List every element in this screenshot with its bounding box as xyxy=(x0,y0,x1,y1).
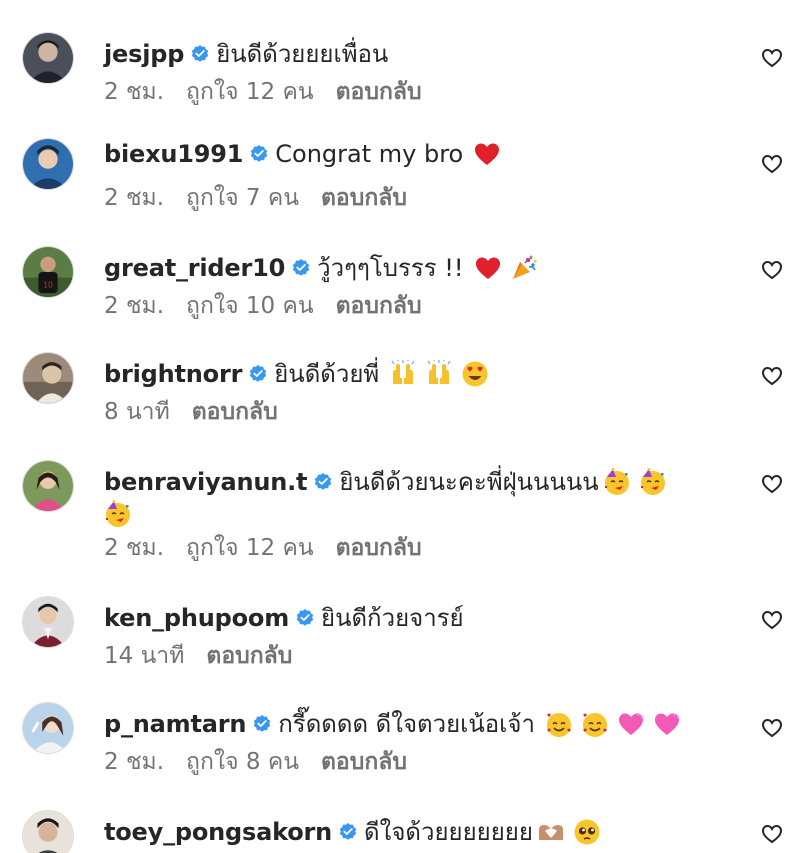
avatar[interactable] xyxy=(22,352,74,404)
pink-heart-icon xyxy=(617,710,645,738)
verified-badge-icon xyxy=(250,364,267,382)
avatar[interactable] xyxy=(22,810,74,853)
verified-badge-icon xyxy=(191,44,209,62)
like-heart-icon[interactable] xyxy=(760,608,784,632)
avatar[interactable] xyxy=(22,32,74,84)
avatar[interactable] xyxy=(22,702,74,754)
reply-button[interactable]: ตอบกลับ xyxy=(192,394,278,430)
comment-text: วู้วๆๆโบรรร !! xyxy=(317,254,464,282)
verified-badge-icon xyxy=(296,608,314,626)
party-popper-icon xyxy=(510,254,538,282)
heart-eyes-icon xyxy=(461,360,489,388)
reply-button[interactable]: ตอบกลับ xyxy=(321,744,407,780)
raising-hands-icon xyxy=(389,359,417,388)
comment-username[interactable]: toey_pongsakorn xyxy=(104,818,332,846)
comment-username[interactable]: ken_phupoom xyxy=(104,604,289,632)
raising-hands-icon xyxy=(425,359,453,388)
like-heart-icon[interactable] xyxy=(760,258,784,282)
comment-username[interactable]: benraviyanun.t xyxy=(104,468,308,496)
verified-badge-icon xyxy=(254,714,271,732)
comment-time: 2 ชม. xyxy=(104,79,165,105)
comment-text: ยินดีด้วยพี่ xyxy=(274,360,380,388)
partying-face-icon xyxy=(639,467,667,496)
comment-time: 2 ชม. xyxy=(104,749,165,775)
smiling-hearts-icon xyxy=(545,710,573,738)
comment-text: ดีใจด้วยยยยยยย xyxy=(364,818,533,846)
verified-badge-icon xyxy=(292,258,310,276)
comment-username[interactable]: jesjpp xyxy=(104,40,184,68)
reply-button[interactable]: ตอบกลับ xyxy=(321,180,407,216)
comment-text: ยินดีก้วยจารย์ xyxy=(321,604,464,632)
verified-badge-icon xyxy=(251,145,268,162)
like-heart-icon[interactable] xyxy=(760,822,784,846)
pink-heart-icon xyxy=(653,710,681,738)
reply-button[interactable]: ตอบกลับ xyxy=(336,74,422,110)
comment-text: กรี๊ดดดด ดีใจตวยเน้อเจ้า xyxy=(278,710,535,738)
like-heart-icon[interactable] xyxy=(760,472,784,496)
comment-likes[interactable]: ถูกใจ 12 คน xyxy=(186,74,314,110)
comment-time: 2 ชม. xyxy=(104,185,165,211)
comment-text: ยินดีด้วยยยเพื่อน xyxy=(216,40,389,68)
comment-time: 2 ชม. xyxy=(104,535,165,561)
like-heart-icon[interactable] xyxy=(760,364,784,388)
verified-badge-icon xyxy=(315,472,332,490)
comment-likes[interactable]: ถูกใจ 10 คน xyxy=(186,288,314,324)
comment-username[interactable]: biexu1991 xyxy=(104,140,243,168)
verified-badge-icon xyxy=(339,822,357,840)
like-heart-icon[interactable] xyxy=(760,716,784,740)
reply-button[interactable]: ตอบกลับ xyxy=(336,288,422,324)
comment-likes[interactable]: ถูกใจ 7 คน xyxy=(186,180,299,216)
comment-time: 8 นาที xyxy=(104,399,170,425)
comment-text: ยินดีด้วยนะคะพี่ฝุ่นนนนน xyxy=(339,468,599,496)
red-heart-icon xyxy=(473,140,501,168)
comment-username[interactable]: brightnorr xyxy=(104,360,242,388)
reply-button[interactable]: ตอบกลับ xyxy=(206,638,292,674)
svg-text:10: 10 xyxy=(43,280,53,289)
smiling-hearts-icon xyxy=(581,710,609,738)
avatar[interactable] xyxy=(22,138,74,190)
partying-face-icon xyxy=(104,500,132,528)
avatar[interactable] xyxy=(22,460,74,512)
comment-text: Congrat my bro xyxy=(275,140,464,168)
reply-button[interactable]: ตอบกลับ xyxy=(336,530,422,566)
avatar[interactable] xyxy=(22,596,74,648)
like-heart-icon[interactable] xyxy=(760,46,784,70)
avatar[interactable]: 10 xyxy=(22,246,74,298)
comment-username[interactable]: great_rider10 xyxy=(104,254,285,282)
heart-hands-icon xyxy=(537,818,565,846)
comment-likes[interactable]: ถูกใจ 12 คน xyxy=(186,530,314,566)
comment-username[interactable]: p_namtarn xyxy=(104,710,246,738)
comment-likes[interactable]: ถูกใจ 8 คน xyxy=(186,744,299,780)
comment-time: 2 ชม. xyxy=(104,293,165,319)
red-heart-icon xyxy=(474,254,502,282)
like-heart-icon[interactable] xyxy=(760,152,784,176)
comment-time: 14 นาที xyxy=(104,643,185,669)
partying-face-icon xyxy=(603,467,631,496)
pleading-face-icon xyxy=(573,818,601,846)
